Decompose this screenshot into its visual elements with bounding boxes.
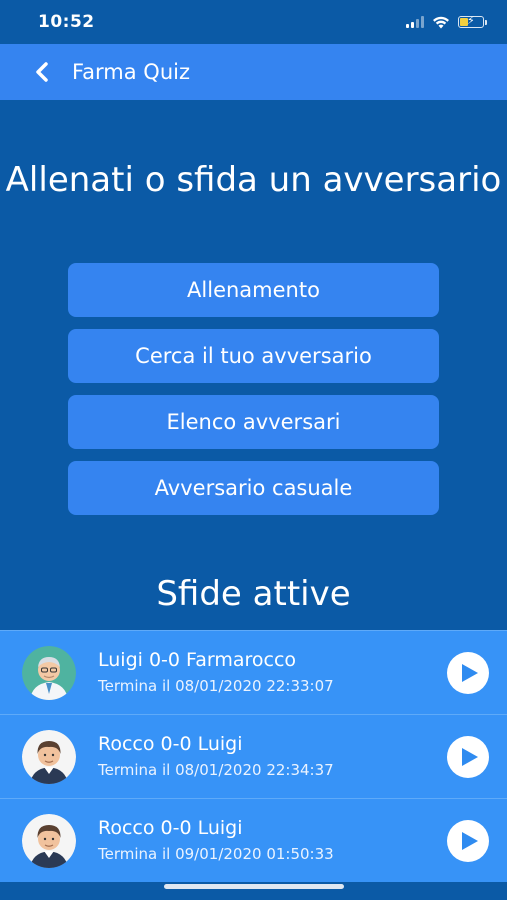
play-button[interactable]: [447, 735, 489, 778]
challenge-text: Rocco 0-0 Luigi Termina il 08/01/2020 22…: [98, 732, 447, 781]
opponents-list-button[interactable]: Elenco avversari: [68, 395, 439, 449]
wifi-icon: [433, 16, 449, 28]
nav-bar: Farma Quiz: [0, 44, 507, 100]
chevron-left-icon: [36, 62, 48, 82]
play-button[interactable]: [447, 651, 489, 694]
menu-buttons: Allenamento Cerca il tuo avversario Elen…: [68, 263, 439, 527]
battery-icon: ⚡: [458, 14, 484, 28]
play-button[interactable]: [447, 819, 489, 862]
back-button[interactable]: [24, 52, 60, 92]
user-avatar: [22, 729, 76, 784]
challenge-text: Rocco 0-0 Luigi Termina il 09/01/2020 01…: [98, 816, 447, 865]
challenge-row[interactable]: Rocco 0-0 Luigi Termina il 09/01/2020 01…: [0, 798, 507, 882]
status-bar: 10:52 ⚡: [0, 0, 507, 44]
challenge-text: Luigi 0-0 Farmarocco Termina il 08/01/20…: [98, 648, 447, 697]
pharmacist-avatar: [22, 645, 76, 700]
challenge-list: Luigi 0-0 Farmarocco Termina il 08/01/20…: [0, 630, 507, 882]
challenge-row[interactable]: Luigi 0-0 Farmarocco Termina il 08/01/20…: [0, 630, 507, 714]
challenge-title: Luigi 0-0 Farmarocco: [98, 649, 297, 671]
active-challenges-title: Sfide attive: [156, 574, 351, 614]
play-icon: [462, 663, 478, 682]
play-icon: [462, 747, 478, 766]
challenge-title: Rocco 0-0 Luigi: [98, 817, 243, 839]
challenge-end-time: Termina il 08/01/2020 22:33:07: [98, 677, 334, 695]
nav-title: Farma Quiz: [72, 60, 190, 84]
signal-icon: [406, 16, 424, 28]
random-opponent-button[interactable]: Avversario casuale: [68, 461, 439, 515]
hero-title: Allenati o sfida un avversario: [5, 160, 502, 200]
challenge-end-time: Termina il 09/01/2020 01:50:33: [98, 845, 334, 863]
user-avatar: [22, 813, 76, 868]
challenge-row[interactable]: Rocco 0-0 Luigi Termina il 08/01/2020 22…: [0, 714, 507, 798]
play-icon: [462, 831, 478, 850]
status-time: 10:52: [38, 12, 95, 32]
training-button[interactable]: Allenamento: [68, 263, 439, 317]
battery-tip: [485, 19, 487, 25]
find-opponent-button[interactable]: Cerca il tuo avversario: [68, 329, 439, 383]
home-indicator: [164, 884, 344, 889]
status-icons: ⚡: [406, 14, 487, 29]
challenge-title: Rocco 0-0 Luigi: [98, 733, 243, 755]
challenge-end-time: Termina il 08/01/2020 22:34:37: [98, 761, 334, 779]
